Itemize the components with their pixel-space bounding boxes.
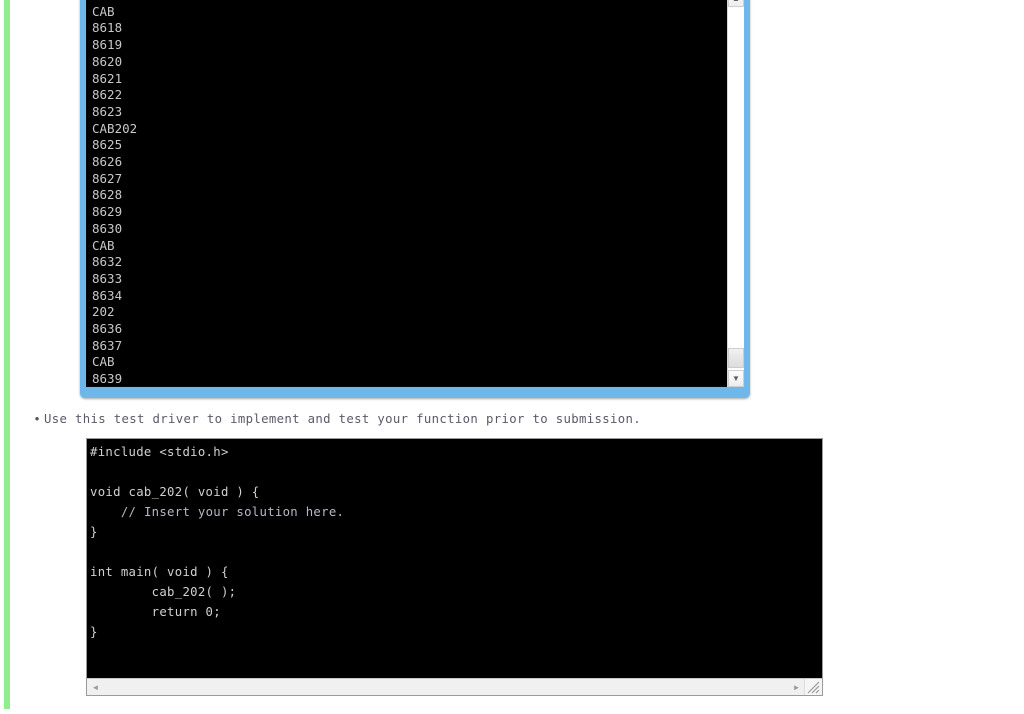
- code-block-text: #include <stdio.h> void cab_202( void ) …: [90, 442, 344, 642]
- instruction-bullet-item: • Use this test driver to implement and …: [30, 410, 930, 428]
- code-block-container: #include <stdio.h> void cab_202( void ) …: [86, 438, 823, 696]
- command-prompt-output-text: 8616 CAB 8618 8619 8620 8621 8622 8623 C…: [92, 0, 138, 387]
- scroll-right-arrow-icon[interactable]: ►: [788, 679, 805, 695]
- code-horizontal-scrollbar[interactable]: ◄ ►: [87, 678, 822, 695]
- scroll-down-arrow-icon[interactable]: ▼: [728, 370, 744, 387]
- code-line-comment: // Insert your solution here.: [120, 505, 345, 519]
- instruction-text: Use this test driver to implement and te…: [44, 412, 642, 426]
- console-scrollbar-track[interactable]: [728, 7, 744, 370]
- scroll-up-arrow-icon[interactable]: ▲: [728, 0, 744, 7]
- code-line-comment-indent: [90, 505, 121, 519]
- code-line-main-close: }: [90, 625, 98, 639]
- console-vertical-scrollbar[interactable]: ▲ ▼: [727, 0, 744, 387]
- code-line-func-decl: void cab_202( void ) {: [90, 485, 260, 499]
- left-accent-stripe: [4, 0, 10, 709]
- code-line-main-decl: int main( void ) {: [90, 565, 229, 579]
- scroll-left-arrow-icon[interactable]: ◄: [87, 679, 104, 695]
- command-prompt-window: 8616 CAB 8618 8619 8620 8621 8622 8623 C…: [80, 0, 750, 398]
- console-scrollbar-thumb[interactable]: [728, 348, 744, 368]
- code-scrollbar-track[interactable]: [104, 679, 788, 695]
- code-line-return: return 0;: [90, 605, 221, 619]
- page-root: 8616 CAB 8618 8619 8620 8621 8622 8623 C…: [0, 0, 1024, 714]
- bullet-point-icon: •: [34, 411, 40, 426]
- resize-grip-icon[interactable]: [804, 679, 822, 695]
- code-line-func-close: }: [90, 525, 98, 539]
- code-line-include: #include <stdio.h>: [90, 445, 229, 459]
- command-prompt-output-area: 8616 CAB 8618 8619 8620 8621 8622 8623 C…: [86, 0, 744, 387]
- code-line-call: cab_202( );: [90, 585, 237, 599]
